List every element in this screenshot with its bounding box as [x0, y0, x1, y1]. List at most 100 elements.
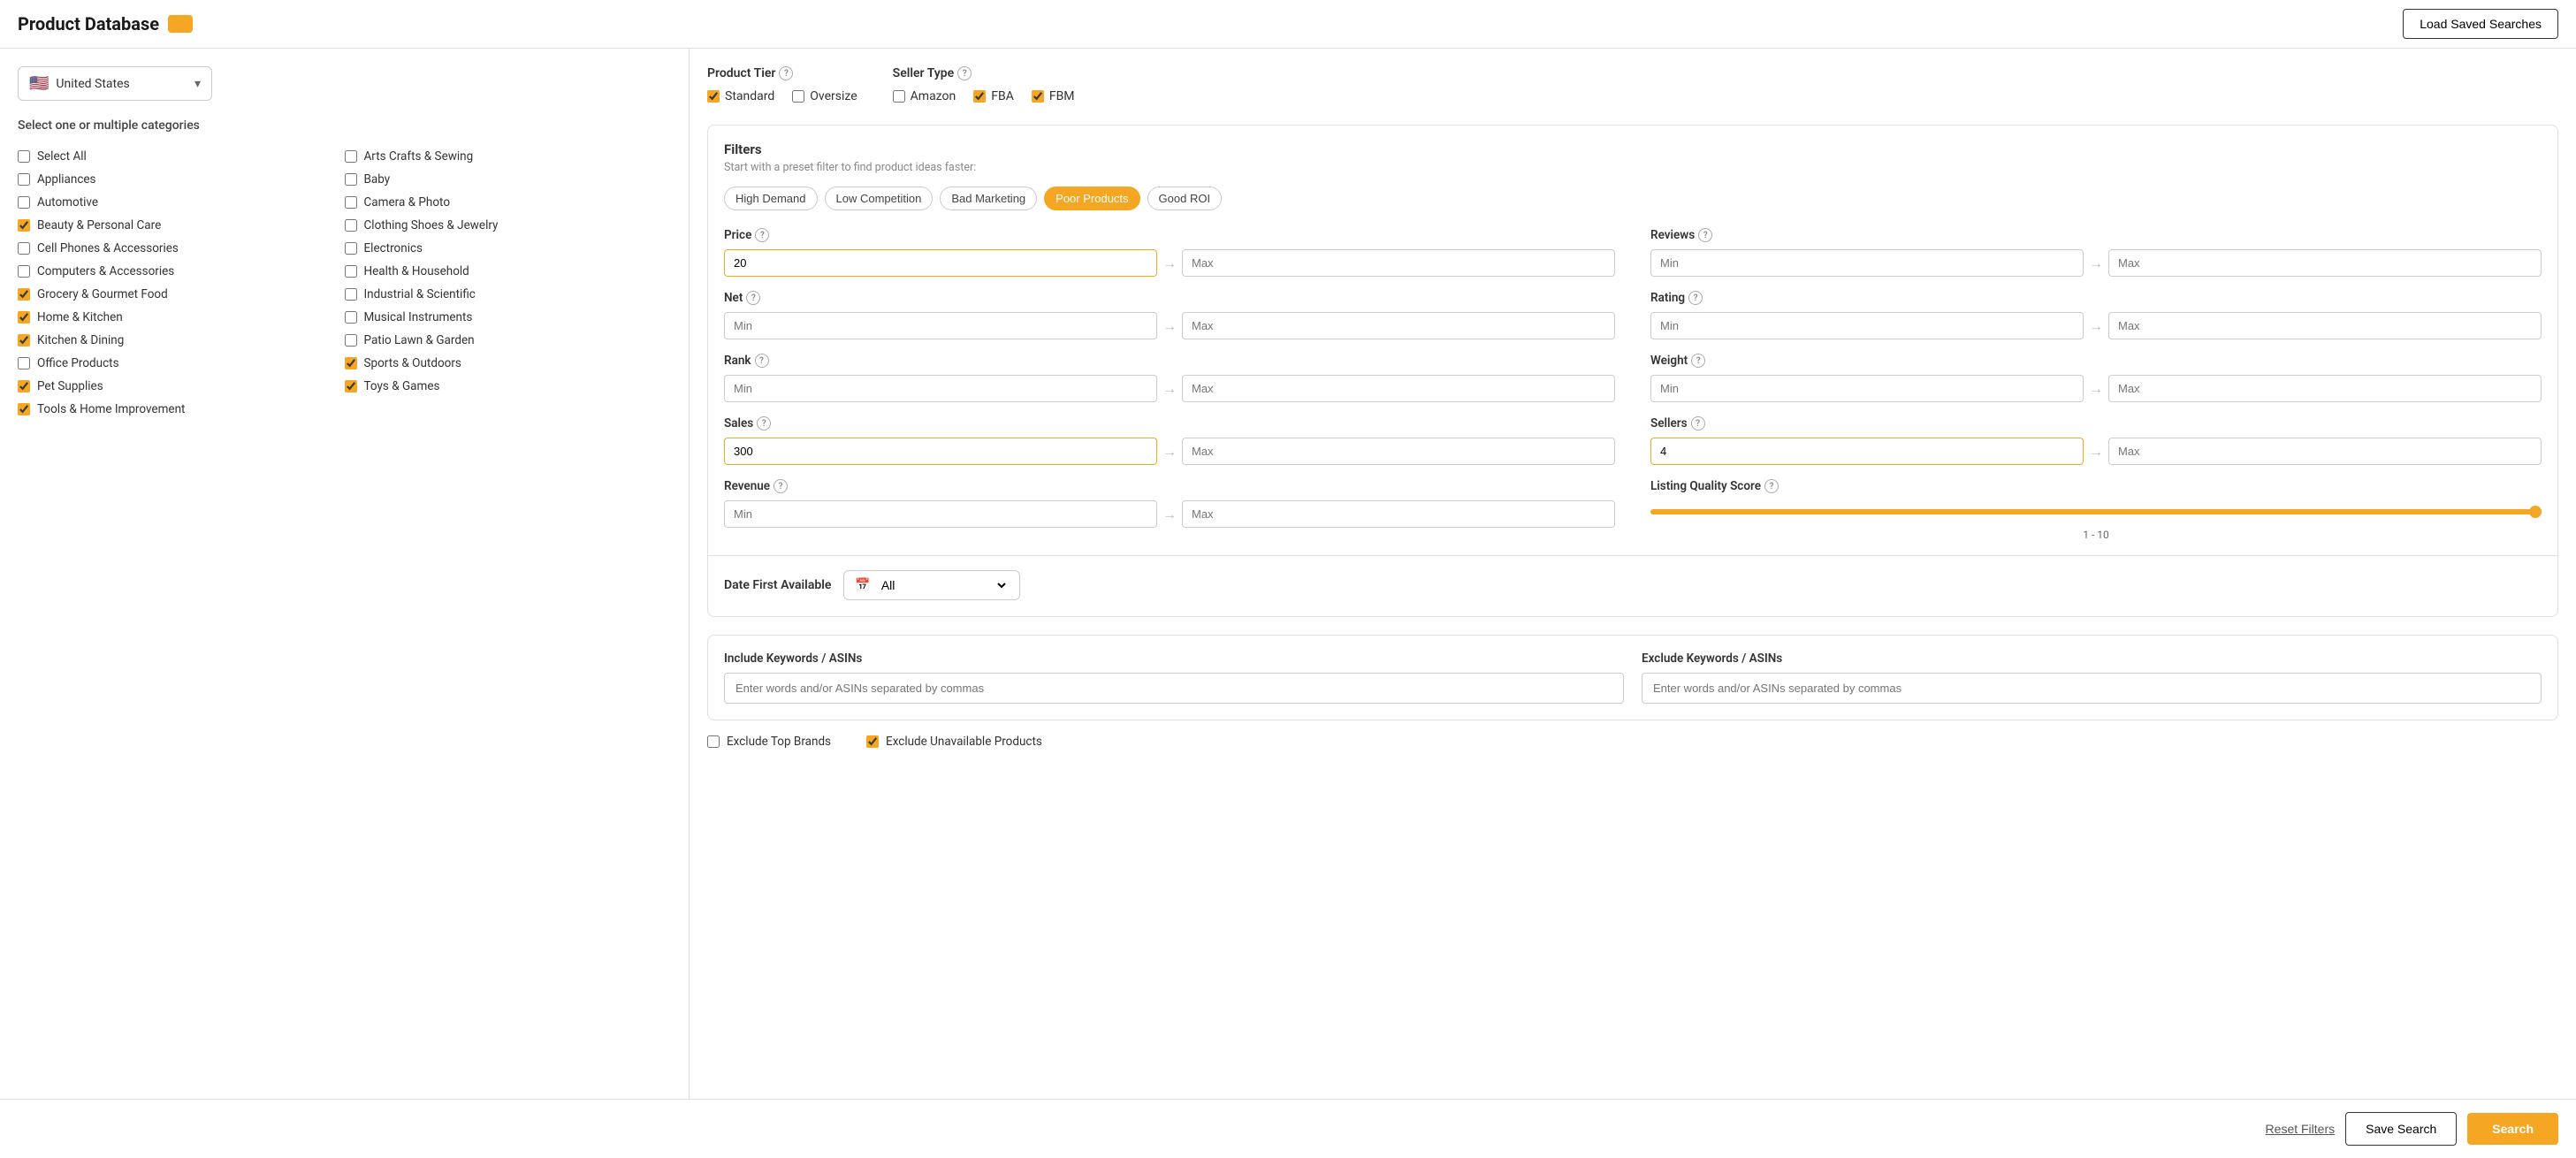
country-selector[interactable]: 🇺🇸 United States ▾ [18, 66, 212, 101]
camera-checkbox[interactable] [345, 196, 357, 209]
reviews-help-icon[interactable]: ? [1698, 228, 1712, 242]
exclude-keywords-input[interactable] [1642, 673, 2542, 704]
sales-help-icon[interactable]: ? [757, 416, 771, 430]
category-clothing[interactable]: Clothing Shoes & Jewelry [345, 214, 672, 237]
appliances-checkbox[interactable] [18, 173, 30, 186]
product-tier-help-icon[interactable]: ? [779, 66, 793, 80]
net-max-input[interactable] [1182, 312, 1615, 339]
baby-checkbox[interactable] [345, 173, 357, 186]
sellers-help-icon[interactable]: ? [1691, 416, 1705, 430]
exclude-unavailable-option[interactable]: Exclude Unavailable Products [866, 735, 1042, 749]
reviews-min-input[interactable] [1650, 249, 2084, 277]
revenue-help-icon[interactable]: ? [774, 479, 788, 493]
oversize-checkbox[interactable] [792, 90, 804, 103]
beauty-checkbox[interactable] [18, 219, 30, 232]
preset-poor-products[interactable]: Poor Products [1044, 187, 1139, 210]
exclude-unavailable-checkbox[interactable] [866, 735, 879, 748]
preset-low-competition[interactable]: Low Competition [825, 187, 934, 210]
health-checkbox[interactable] [345, 265, 357, 278]
exclude-top-brands-checkbox[interactable] [707, 735, 720, 748]
rating-min-input[interactable] [1650, 312, 2084, 339]
standard-option[interactable]: Standard [707, 89, 774, 103]
sellers-min-input[interactable] [1650, 438, 2084, 465]
category-kitchen-dining[interactable]: Kitchen & Dining [18, 329, 345, 352]
electronics-checkbox[interactable] [345, 242, 357, 255]
rating-help-icon[interactable]: ? [1688, 291, 1703, 305]
revenue-min-input[interactable] [724, 500, 1157, 528]
category-computers[interactable]: Computers & Accessories [18, 260, 345, 283]
computers-checkbox[interactable] [18, 265, 30, 278]
category-beauty[interactable]: Beauty & Personal Care [18, 214, 345, 237]
arts-checkbox[interactable] [345, 150, 357, 163]
sports-checkbox[interactable] [345, 357, 357, 369]
exclude-top-brands-option[interactable]: Exclude Top Brands [707, 735, 831, 749]
lqs-help-icon[interactable]: ? [1764, 479, 1779, 493]
patio-checkbox[interactable] [345, 334, 357, 347]
load-saved-button[interactable]: Load Saved Searches [2403, 9, 2558, 39]
reset-filters-button[interactable]: Reset Filters [2266, 1122, 2336, 1136]
kitchen-dining-checkbox[interactable] [18, 334, 30, 347]
fba-checkbox[interactable] [973, 90, 986, 103]
sales-max-input[interactable] [1182, 438, 1615, 465]
category-arts[interactable]: Arts Crafts & Sewing [345, 145, 672, 168]
fbm-option[interactable]: FBM [1032, 89, 1075, 103]
reviews-max-input[interactable] [2108, 249, 2542, 277]
category-electronics[interactable]: Electronics [345, 237, 672, 260]
category-patio[interactable]: Patio Lawn & Garden [345, 329, 672, 352]
preset-bad-marketing[interactable]: Bad Marketing [940, 187, 1037, 210]
category-sports[interactable]: Sports & Outdoors [345, 352, 672, 375]
weight-max-input[interactable] [2108, 375, 2542, 402]
category-industrial[interactable]: Industrial & Scientific [345, 283, 672, 306]
rank-max-input[interactable] [1182, 375, 1615, 402]
lqs-slider[interactable] [1650, 509, 2542, 514]
price-help-icon[interactable]: ? [755, 228, 769, 242]
date-select-input[interactable]: All Last 30 Days Last 90 Days Last 6 Mon… [878, 577, 1010, 593]
select-all-checkbox[interactable] [18, 150, 30, 163]
tools-checkbox[interactable] [18, 403, 30, 415]
category-toys[interactable]: Toys & Games [345, 375, 672, 398]
fbm-checkbox[interactable] [1032, 90, 1044, 103]
category-health[interactable]: Health & Household [345, 260, 672, 283]
category-appliances[interactable]: Appliances [18, 168, 345, 191]
sales-min-input[interactable] [724, 438, 1157, 465]
search-button[interactable]: Search [2467, 1113, 2558, 1145]
standard-checkbox[interactable] [707, 90, 720, 103]
musical-checkbox[interactable] [345, 311, 357, 324]
category-camera[interactable]: Camera & Photo [345, 191, 672, 214]
category-musical[interactable]: Musical Instruments [345, 306, 672, 329]
fba-option[interactable]: FBA [973, 89, 1014, 103]
save-search-button[interactable]: Save Search [2345, 1112, 2457, 1146]
category-tools[interactable]: Tools & Home Improvement [18, 398, 345, 421]
preset-good-roi[interactable]: Good ROI [1147, 187, 1223, 210]
sellers-max-input[interactable] [2108, 438, 2542, 465]
amazon-checkbox[interactable] [893, 90, 905, 103]
rating-max-input[interactable] [2108, 312, 2542, 339]
grocery-checkbox[interactable] [18, 288, 30, 301]
category-cell-phones[interactable]: Cell Phones & Accessories [18, 237, 345, 260]
category-office[interactable]: Office Products [18, 352, 345, 375]
preset-high-demand[interactable]: High Demand [724, 187, 818, 210]
include-keywords-input[interactable] [724, 673, 1624, 704]
weight-min-input[interactable] [1650, 375, 2084, 402]
category-home-kitchen[interactable]: Home & Kitchen [18, 306, 345, 329]
category-select-all[interactable]: Select All [18, 145, 345, 168]
video-icon[interactable] [168, 15, 193, 33]
rank-min-input[interactable] [724, 375, 1157, 402]
toys-checkbox[interactable] [345, 380, 357, 392]
category-automotive[interactable]: Automotive [18, 191, 345, 214]
oversize-option[interactable]: Oversize [792, 89, 857, 103]
date-selector[interactable]: 📅 All Last 30 Days Last 90 Days Last 6 M… [843, 570, 1020, 600]
weight-help-icon[interactable]: ? [1691, 354, 1705, 368]
net-help-icon[interactable]: ? [746, 291, 760, 305]
category-baby[interactable]: Baby [345, 168, 672, 191]
price-max-input[interactable] [1182, 249, 1615, 277]
net-min-input[interactable] [724, 312, 1157, 339]
automotive-checkbox[interactable] [18, 196, 30, 209]
home-kitchen-checkbox[interactable] [18, 311, 30, 324]
industrial-checkbox[interactable] [345, 288, 357, 301]
rank-help-icon[interactable]: ? [755, 354, 769, 368]
price-min-input[interactable] [724, 249, 1157, 277]
cell-phones-checkbox[interactable] [18, 242, 30, 255]
amazon-option[interactable]: Amazon [893, 89, 956, 103]
category-grocery[interactable]: Grocery & Gourmet Food [18, 283, 345, 306]
